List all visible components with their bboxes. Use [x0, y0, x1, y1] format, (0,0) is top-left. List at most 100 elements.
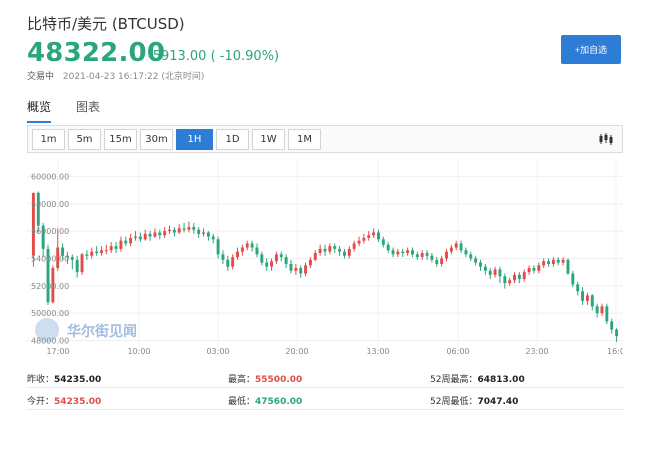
candle-body	[615, 329, 619, 337]
add-watchlist-button[interactable]: +加自选	[561, 35, 621, 64]
candle	[493, 266, 497, 278]
candle	[406, 247, 410, 256]
candle-body	[479, 262, 482, 267]
candlestick-icon[interactable]	[595, 128, 617, 150]
candle-body	[114, 246, 118, 249]
candle	[483, 263, 487, 275]
candle	[537, 262, 541, 274]
candle	[342, 248, 346, 259]
candle	[177, 224, 181, 234]
candle-body	[430, 255, 434, 260]
candle	[318, 244, 322, 256]
candle-body	[605, 306, 609, 322]
period-1d[interactable]: 1D	[216, 129, 249, 150]
y-tick-label: 52000.00	[31, 282, 69, 291]
candle-body	[197, 229, 201, 234]
tab-bar: 概览 图表	[27, 98, 100, 123]
candle	[517, 272, 521, 284]
period-5m[interactable]: 5m	[68, 129, 101, 150]
candle	[313, 250, 317, 262]
candle-body	[566, 259, 570, 274]
candle	[498, 266, 502, 284]
candle-body	[289, 263, 293, 271]
candle-body	[585, 295, 589, 301]
candle	[75, 255, 79, 278]
candle	[231, 254, 235, 270]
candle-body	[119, 240, 123, 249]
period-1w[interactable]: 1W	[252, 129, 285, 150]
candle	[289, 259, 293, 274]
candle-body	[100, 250, 103, 253]
candle	[566, 258, 570, 275]
candle-body	[517, 274, 521, 279]
candle-body	[590, 295, 594, 307]
candle-body	[372, 232, 376, 236]
candle	[100, 246, 103, 256]
candle-body	[163, 231, 167, 236]
candle-body	[576, 284, 580, 292]
candle-body	[425, 253, 429, 256]
candle	[547, 258, 550, 267]
candle	[245, 240, 249, 251]
candle-body	[70, 257, 74, 260]
candle-body	[109, 246, 113, 251]
period-1m-month[interactable]: 1M	[288, 129, 321, 150]
candle	[119, 236, 123, 252]
candle	[610, 318, 614, 334]
candle-body	[352, 243, 356, 249]
candle	[323, 244, 327, 256]
candle	[430, 253, 434, 263]
candle-body	[299, 268, 303, 274]
candle-body	[488, 270, 492, 275]
candle-body	[503, 276, 507, 284]
candle-body	[522, 272, 526, 279]
candle-body	[284, 257, 288, 264]
tab-chart[interactable]: 图表	[76, 98, 100, 123]
candle-body	[561, 259, 565, 263]
period-1h[interactable]: 1H	[176, 129, 213, 150]
period-toolbar: 1m 5m 15m 30m 1H 1D 1W 1M	[27, 125, 623, 153]
candle	[386, 242, 390, 253]
stat-prev-close: 昨收：54235.00	[27, 375, 102, 385]
price-chart[interactable]: 华尔街见闻 60000.00 58000.00 56000.00 54000.00 52…	[27, 160, 623, 356]
candle-body	[386, 244, 390, 251]
candle	[367, 231, 371, 241]
period-30m[interactable]: 30m	[140, 129, 173, 150]
y-tick-label: 56000.00	[31, 227, 69, 236]
period-1m[interactable]: 1m	[32, 129, 65, 150]
candle-body	[90, 251, 94, 256]
stat-open: 今开：54235.00	[27, 397, 102, 407]
candle	[206, 231, 210, 241]
candle-body	[221, 254, 225, 260]
candle	[192, 222, 196, 234]
y-tick-label: 50000.00	[31, 309, 69, 318]
candle	[304, 262, 308, 277]
candle-body	[143, 233, 147, 240]
period-15m[interactable]: 15m	[104, 129, 137, 150]
x-tick-label: 10:00	[127, 347, 150, 356]
candle-body	[250, 243, 254, 248]
candle-body	[323, 248, 327, 252]
candle	[129, 233, 133, 247]
tab-overview[interactable]: 概览	[27, 98, 52, 123]
candle-body	[581, 291, 585, 301]
candle	[255, 243, 259, 258]
candle	[197, 227, 201, 238]
candle-body	[129, 237, 133, 244]
candle	[522, 269, 526, 282]
candle	[202, 228, 205, 237]
candle-body	[104, 250, 108, 252]
candle	[216, 236, 220, 259]
candle-body	[483, 266, 487, 271]
candle-body	[240, 247, 244, 252]
candle	[221, 250, 225, 264]
candle-body	[236, 251, 239, 258]
candle	[265, 258, 269, 271]
instrument-title: 比特币/美元 (BTCUSD)	[27, 15, 185, 33]
candle-body	[435, 259, 439, 264]
candle-body	[411, 250, 414, 255]
candle-body	[226, 259, 230, 267]
candle	[357, 236, 361, 247]
candle-body	[279, 254, 283, 258]
candle	[459, 240, 463, 253]
